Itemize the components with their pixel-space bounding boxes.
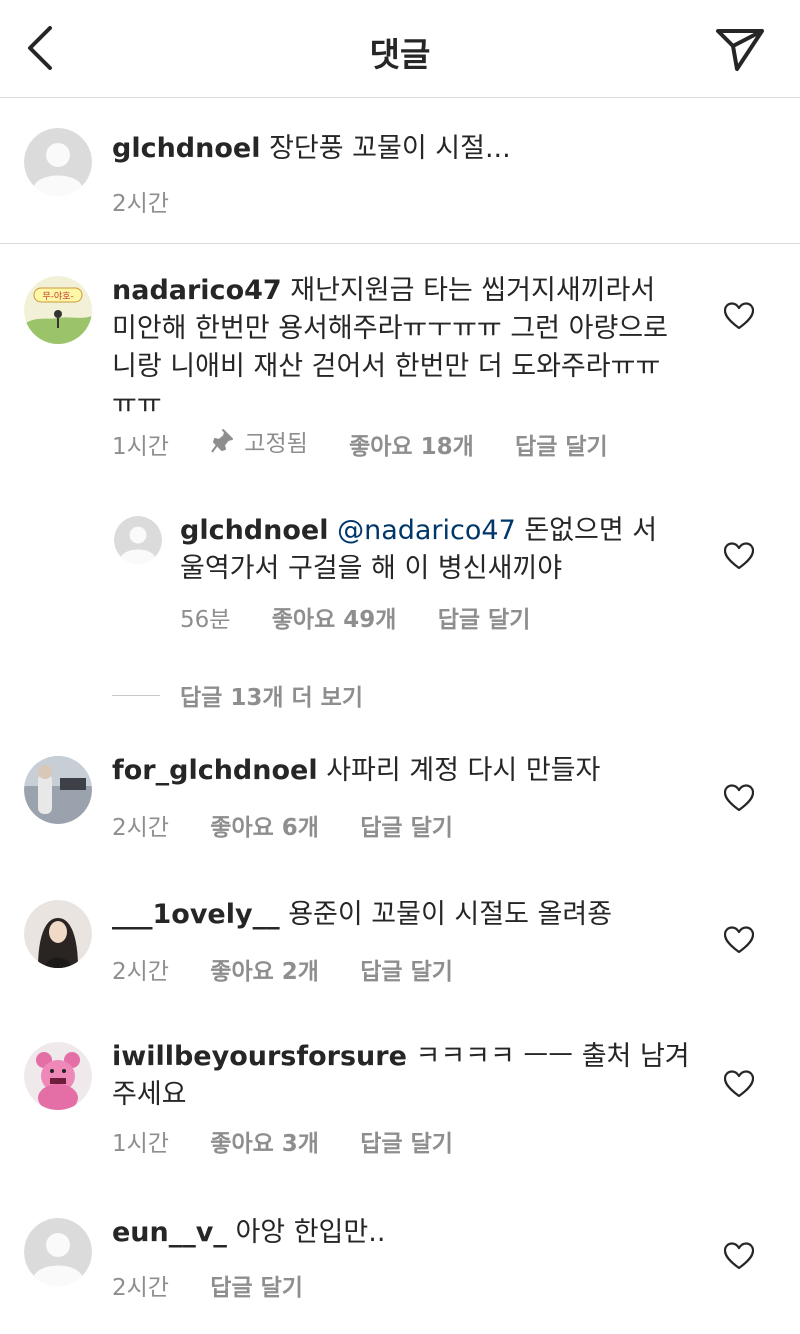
caption-meta: 2시간 (112, 184, 203, 218)
likes-count[interactable]: 좋아요 6개 (210, 808, 319, 842)
comment-meta: 2시간 답글 달기 (112, 1268, 337, 1302)
comment-username[interactable]: iwillbeyoursforsure (112, 1041, 407, 1072)
heart-icon[interactable] (723, 302, 755, 330)
avatar[interactable] (24, 1218, 92, 1286)
avatar-text: 무-야호- (42, 291, 73, 302)
comment-time: 1시간 (112, 434, 169, 460)
comment-meta: 1시간 고정됨 좋아요 18개 답글 달기 (112, 424, 642, 461)
comment-body: 용준이 꼬물이 시절도 올려죵 (288, 899, 613, 930)
likes-count[interactable]: 좋아요 18개 (349, 427, 474, 461)
comment-username[interactable]: nadarico47 (112, 275, 282, 306)
page-title: 댓글 (369, 35, 431, 74)
likes-count[interactable]: 좋아요 2개 (210, 952, 319, 986)
comment-body: 아앙 한입만.. (235, 1217, 386, 1248)
heart-icon[interactable] (723, 1242, 755, 1270)
comment-text: eun__v_ 아앙 한입만.. (112, 1214, 712, 1252)
reply-button[interactable]: 답글 달기 (438, 600, 531, 634)
comment-time: 1시간 (112, 1131, 169, 1157)
reply-button[interactable]: 답글 달기 (210, 1268, 303, 1302)
comment-item: ___1ovely__ 용준이 꼬물이 시절도 올려죵 2시간 좋아요 2개 답… (0, 874, 800, 1004)
comment-username[interactable]: for_glchdnoel (112, 755, 318, 786)
heart-icon[interactable] (723, 784, 755, 812)
reply-username[interactable]: glchdnoel (180, 515, 328, 546)
comment-meta: 2시간 좋아요 6개 답글 달기 (112, 808, 487, 842)
comment-text: iwillbeyoursforsure ㅋㅋㅋㅋ ㅡㅡ 출처 남겨주세요 (112, 1038, 692, 1114)
comment-meta: 2시간 좋아요 2개 답글 달기 (112, 952, 487, 986)
comment-text: for_glchdnoel 사파리 계정 다시 만들자 (112, 752, 712, 790)
reply-item: glchdnoel @nadarico47 돈없으면 서울역가서 구걸을 해 이… (0, 500, 800, 660)
avatar[interactable] (24, 900, 92, 968)
likes-count[interactable]: 좋아요 49개 (272, 600, 397, 634)
view-more-replies-label: 답글 13개 더 보기 (180, 685, 363, 711)
comment-item: iwillbeyoursforsure ㅋㅋㅋㅋ ㅡㅡ 출처 남겨주세요 1시간… (0, 1016, 800, 1186)
comment-username[interactable]: eun__v_ (112, 1217, 227, 1248)
comment-item: 무-야호- nadarico47 재난지원금 타는 씹거지새끼라서 미안해 한번… (0, 244, 800, 494)
reply-text: glchdnoel @nadarico47 돈없으면 서울역가서 구걸을 해 이… (180, 512, 680, 588)
pinned-label: 고정됨 (210, 424, 308, 458)
heart-icon[interactable] (723, 926, 755, 954)
avatar[interactable] (24, 128, 92, 196)
caption-username[interactable]: glchdnoel (112, 133, 260, 164)
likes-count[interactable]: 좋아요 3개 (210, 1124, 319, 1158)
avatar[interactable]: 무-야호- (24, 276, 92, 344)
caption-text: glchdnoel 장단풍 꼬물이 시절... (112, 130, 752, 168)
comment-item: eun__v_ 아앙 한입만.. 2시간 답글 달기 (0, 1190, 800, 1330)
avatar[interactable] (114, 516, 162, 564)
comment-username[interactable]: ___1ovely__ (112, 899, 280, 930)
avatar[interactable] (24, 1042, 92, 1110)
comment-meta: 1시간 좋아요 3개 답글 달기 (112, 1124, 487, 1158)
divider-line (112, 694, 160, 696)
comment-time: 2시간 (112, 815, 169, 841)
caption-body: 장단풍 꼬물이 시절... (269, 133, 511, 164)
comment-body: 사파리 계정 다시 만들자 (326, 755, 601, 786)
comment-item: for_glchdnoel 사파리 계정 다시 만들자 2시간 좋아요 6개 답… (0, 730, 800, 860)
heart-icon[interactable] (723, 542, 755, 570)
heart-icon[interactable] (723, 1070, 755, 1098)
comment-text: ___1ovely__ 용준이 꼬물이 시절도 올려죵 (112, 896, 712, 934)
pin-icon (211, 429, 234, 453)
header-bar: 댓글 (0, 0, 800, 98)
view-more-replies-button[interactable]: 답글 13개 더 보기 (112, 678, 363, 712)
reply-button[interactable]: 답글 달기 (360, 808, 453, 842)
comment-time: 2시간 (112, 1275, 169, 1301)
reply-meta: 56분 좋아요 49개 답글 달기 (180, 600, 564, 634)
reply-time: 56분 (180, 607, 231, 633)
reply-mention[interactable]: @nadarico47 (337, 515, 516, 546)
avatar[interactable] (24, 756, 92, 824)
caption-time: 2시간 (112, 191, 169, 217)
reply-button[interactable]: 답글 달기 (515, 427, 608, 461)
reply-button[interactable]: 답글 달기 (360, 1124, 453, 1158)
comment-text: nadarico47 재난지원금 타는 씹거지새끼라서 미안해 한번만 용서해주… (112, 272, 672, 424)
comment-time: 2시간 (112, 959, 169, 985)
post-caption: glchdnoel 장단풍 꼬물이 시절... 2시간 (0, 98, 800, 244)
reply-button[interactable]: 답글 달기 (360, 952, 453, 986)
direct-send-icon[interactable] (714, 26, 766, 72)
